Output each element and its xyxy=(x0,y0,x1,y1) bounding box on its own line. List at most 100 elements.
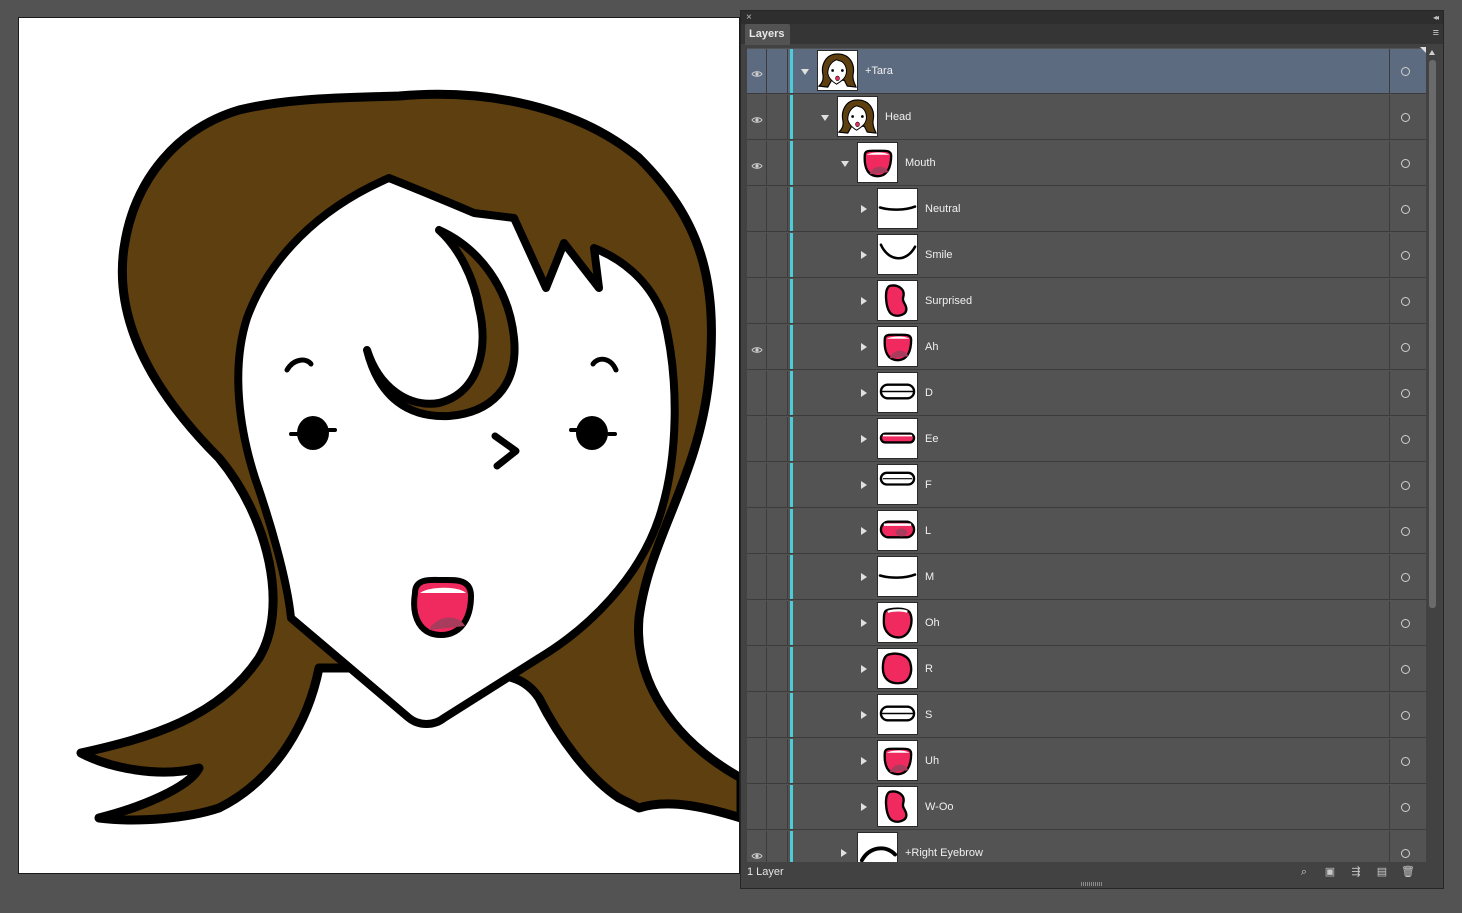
target-circle-icon[interactable] xyxy=(1401,481,1410,490)
layer-row[interactable]: Ee xyxy=(747,417,1426,462)
eye-icon[interactable] xyxy=(751,157,763,175)
eye-icon[interactable] xyxy=(751,65,763,83)
expand-arrow-open-icon[interactable] xyxy=(801,69,809,75)
expand-arrow-closed-icon[interactable] xyxy=(861,251,867,259)
target-circle-icon[interactable] xyxy=(1401,389,1410,398)
resize-grip[interactable] xyxy=(1081,882,1103,886)
make-clipping-mask-icon[interactable]: ▣ xyxy=(1323,865,1337,879)
target-circle-icon[interactable] xyxy=(1401,849,1410,858)
panel-menu-icon[interactable]: ≡ xyxy=(1433,26,1439,40)
expand-arrow-closed-icon[interactable] xyxy=(861,665,867,673)
scroll-up-arrow-icon[interactable] xyxy=(1429,50,1435,55)
target-circle-icon[interactable] xyxy=(1401,67,1410,76)
close-panel-icon[interactable]: × xyxy=(746,11,752,24)
visibility-toggle[interactable] xyxy=(747,785,767,829)
layer-name[interactable]: Surprised xyxy=(925,279,972,324)
target-circle-icon[interactable] xyxy=(1401,251,1410,260)
lock-toggle[interactable] xyxy=(767,141,788,185)
visibility-toggle[interactable] xyxy=(747,187,767,231)
expand-arrow-closed-icon[interactable] xyxy=(861,389,867,397)
layer-name[interactable]: R xyxy=(925,647,933,692)
lock-toggle[interactable] xyxy=(767,371,788,415)
create-new-layer-icon[interactable]: ▤ xyxy=(1375,865,1389,879)
visibility-toggle[interactable] xyxy=(747,463,767,507)
locate-object-icon[interactable]: ⌕ xyxy=(1297,865,1311,879)
delete-layer-icon[interactable]: 🗑 xyxy=(1401,865,1415,879)
layer-name[interactable]: Ah xyxy=(925,325,938,370)
layer-name[interactable]: W-Oo xyxy=(925,785,954,830)
lock-toggle[interactable] xyxy=(767,49,788,93)
target-circle-icon[interactable] xyxy=(1401,527,1410,536)
layer-row[interactable]: Head xyxy=(747,95,1426,140)
lock-toggle[interactable] xyxy=(767,693,788,737)
layer-row[interactable]: Ah xyxy=(747,325,1426,370)
expand-arrow-closed-icon[interactable] xyxy=(861,619,867,627)
layer-name[interactable]: F xyxy=(925,463,932,508)
layer-row[interactable]: M xyxy=(747,555,1426,600)
layer-name[interactable]: Oh xyxy=(925,601,940,646)
layer-row[interactable]: Surprised xyxy=(747,279,1426,324)
eye-icon[interactable] xyxy=(751,111,763,129)
layer-name[interactable]: M xyxy=(925,555,934,600)
layer-name[interactable]: Ee xyxy=(925,417,938,462)
expand-arrow-closed-icon[interactable] xyxy=(861,803,867,811)
target-circle-icon[interactable] xyxy=(1401,573,1410,582)
visibility-toggle[interactable] xyxy=(747,739,767,783)
eye-icon[interactable] xyxy=(751,341,763,359)
target-circle-icon[interactable] xyxy=(1401,665,1410,674)
layer-row[interactable]: R xyxy=(747,647,1426,692)
layer-row[interactable]: L xyxy=(747,509,1426,554)
visibility-toggle[interactable] xyxy=(747,555,767,599)
target-circle-icon[interactable] xyxy=(1401,435,1410,444)
lock-toggle[interactable] xyxy=(767,417,788,461)
layer-row[interactable]: Oh xyxy=(747,601,1426,646)
artboard[interactable] xyxy=(18,17,740,874)
visibility-toggle[interactable] xyxy=(747,95,767,139)
expand-arrow-closed-icon[interactable] xyxy=(841,849,847,857)
visibility-toggle[interactable] xyxy=(747,325,767,369)
lock-toggle[interactable] xyxy=(767,233,788,277)
expand-arrow-open-icon[interactable] xyxy=(841,161,849,167)
expand-arrow-open-icon[interactable] xyxy=(821,115,829,121)
expand-arrow-closed-icon[interactable] xyxy=(861,573,867,581)
lock-toggle[interactable] xyxy=(767,325,788,369)
scroll-thumb[interactable] xyxy=(1429,60,1436,608)
target-circle-icon[interactable] xyxy=(1401,159,1410,168)
expand-arrow-closed-icon[interactable] xyxy=(861,435,867,443)
layer-name[interactable]: Head xyxy=(885,95,911,140)
visibility-toggle[interactable] xyxy=(747,233,767,277)
visibility-toggle[interactable] xyxy=(747,647,767,691)
lock-toggle[interactable] xyxy=(767,509,788,553)
target-circle-icon[interactable] xyxy=(1401,343,1410,352)
layer-name[interactable]: Mouth xyxy=(905,141,936,186)
layer-row[interactable]: Uh xyxy=(747,739,1426,784)
target-circle-icon[interactable] xyxy=(1401,205,1410,214)
lock-toggle[interactable] xyxy=(767,785,788,829)
expand-arrow-closed-icon[interactable] xyxy=(861,481,867,489)
target-circle-icon[interactable] xyxy=(1401,757,1410,766)
layer-name[interactable]: S xyxy=(925,693,932,738)
layer-row[interactable]: D xyxy=(747,371,1426,416)
visibility-toggle[interactable] xyxy=(747,693,767,737)
layer-name[interactable]: Smile xyxy=(925,233,953,278)
layer-row[interactable]: W-Oo xyxy=(747,785,1426,830)
layer-name[interactable]: L xyxy=(925,509,931,554)
target-circle-icon[interactable] xyxy=(1401,113,1410,122)
target-circle-icon[interactable] xyxy=(1401,619,1410,628)
lock-toggle[interactable] xyxy=(767,279,788,323)
visibility-toggle[interactable] xyxy=(747,601,767,645)
layer-row[interactable]: Smile xyxy=(747,233,1426,278)
layer-row[interactable]: +Tara xyxy=(747,49,1426,94)
expand-arrow-closed-icon[interactable] xyxy=(861,757,867,765)
visibility-toggle[interactable] xyxy=(747,417,767,461)
layer-name[interactable]: +Tara xyxy=(865,49,893,94)
lock-toggle[interactable] xyxy=(767,647,788,691)
layer-name[interactable]: D xyxy=(925,371,933,416)
expand-arrow-closed-icon[interactable] xyxy=(861,711,867,719)
visibility-toggle[interactable] xyxy=(747,141,767,185)
layer-row[interactable]: F xyxy=(747,463,1426,508)
lock-toggle[interactable] xyxy=(767,601,788,645)
layer-row[interactable]: S xyxy=(747,693,1426,738)
visibility-toggle[interactable] xyxy=(747,279,767,323)
create-sublayer-icon[interactable]: ⇶ xyxy=(1349,865,1363,879)
